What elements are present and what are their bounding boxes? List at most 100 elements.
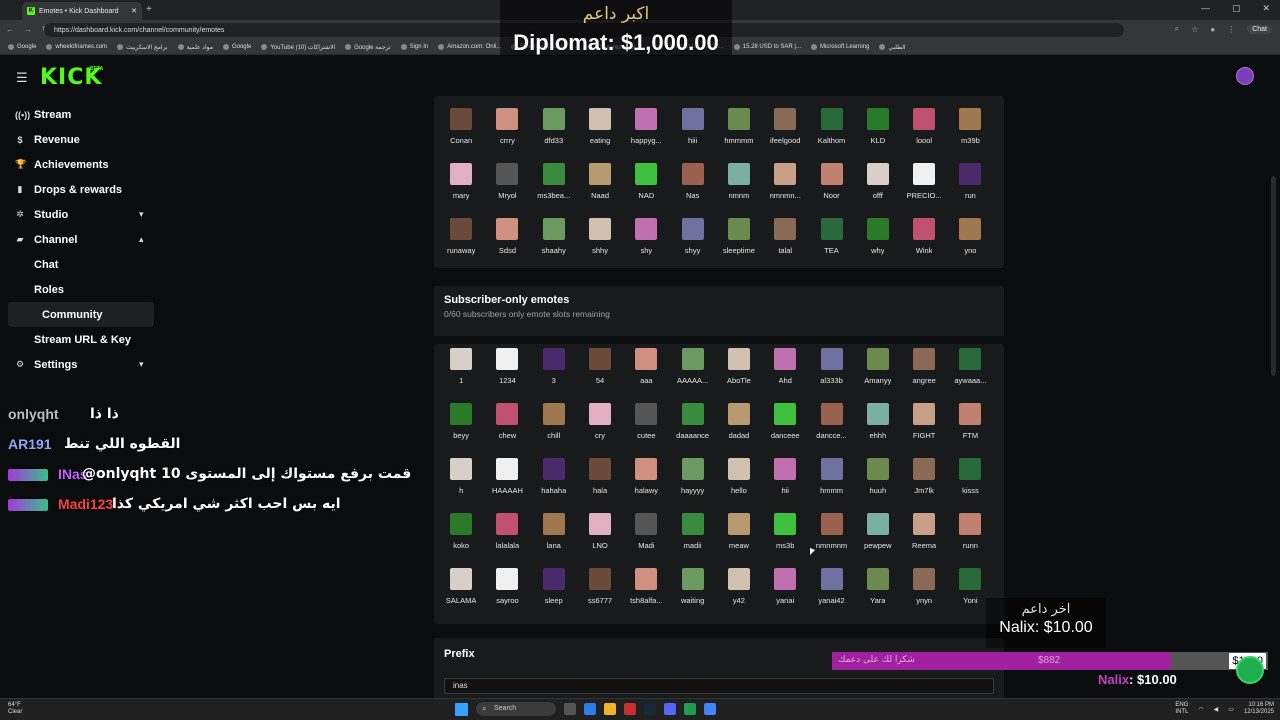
emote-item[interactable]: hayyyy xyxy=(669,454,715,509)
emote-item[interactable]: huuh xyxy=(855,454,901,509)
emote-item[interactable]: LNO xyxy=(577,509,623,564)
page-scrollbar[interactable] xyxy=(1271,176,1276,376)
emote-item[interactable]: eating xyxy=(577,104,623,159)
emote-item[interactable]: NAD xyxy=(623,159,669,214)
emote-item[interactable]: hmmmm xyxy=(716,104,762,159)
emote-item[interactable]: 3 xyxy=(531,344,577,399)
emote-item[interactable]: cutee xyxy=(623,399,669,454)
emote-item[interactable]: sleeptime xyxy=(716,214,762,269)
emote-item[interactable]: Jm7lk xyxy=(901,454,947,509)
emote-item[interactable]: hala xyxy=(577,454,623,509)
chat-button[interactable]: Chat xyxy=(1247,24,1272,34)
emote-item[interactable]: shy xyxy=(623,214,669,269)
bookmark-item[interactable]: Amazon.com: Onli... xyxy=(438,44,501,50)
bookmark-item[interactable]: 15.28 USD to SAR |... xyxy=(733,44,801,50)
emote-item[interactable]: pewpew xyxy=(855,509,901,564)
emote-item[interactable]: madii xyxy=(669,509,715,564)
emote-item[interactable]: Amanyy xyxy=(855,344,901,399)
emote-item[interactable]: meaw xyxy=(716,509,762,564)
emote-item[interactable]: Wink xyxy=(901,214,947,269)
emote-item[interactable]: Conan xyxy=(438,104,484,159)
emote-item[interactable]: aywaaa... xyxy=(947,344,993,399)
emote-item[interactable]: yanai42 xyxy=(808,564,854,619)
taskbar-search[interactable]: Search xyxy=(476,702,556,716)
sidebar-item-roles[interactable]: Roles xyxy=(0,277,160,302)
chrome-icon[interactable] xyxy=(704,703,716,715)
emote-item[interactable]: lana xyxy=(531,509,577,564)
emote-item[interactable]: shhy xyxy=(577,214,623,269)
language-indicator[interactable]: ENG INTL xyxy=(1175,702,1188,716)
wifi-icon[interactable]: ◠ xyxy=(1198,706,1203,713)
emote-item[interactable]: sayroo xyxy=(484,564,530,619)
emote-item[interactable]: chill xyxy=(531,399,577,454)
emote-item[interactable]: Kalthom xyxy=(808,104,854,159)
emote-item[interactable]: PRECIO... xyxy=(901,159,947,214)
emote-item[interactable]: hello xyxy=(716,454,762,509)
emote-item[interactable]: shaahy xyxy=(531,214,577,269)
emote-item[interactable]: hahaha xyxy=(531,454,577,509)
emote-item[interactable]: yno xyxy=(947,214,993,269)
profile-icon[interactable]: ● xyxy=(1210,25,1215,34)
emote-item[interactable]: Yara xyxy=(855,564,901,619)
file-explorer-icon[interactable] xyxy=(604,703,616,715)
emote-item[interactable]: nmnmnm xyxy=(808,509,854,564)
emote-item[interactable]: ms3b xyxy=(762,509,808,564)
emote-item[interactable]: Reema xyxy=(901,509,947,564)
star-icon[interactable]: ☆ xyxy=(1191,25,1198,34)
emote-item[interactable]: runaway xyxy=(438,214,484,269)
emote-item[interactable]: dancce... xyxy=(808,399,854,454)
emote-item[interactable]: h xyxy=(438,454,484,509)
emote-item[interactable]: run xyxy=(947,159,993,214)
zoom-icon[interactable]: ⌕ xyxy=(1175,24,1179,34)
maximize-icon[interactable]: ▢ xyxy=(1232,3,1241,14)
battery-icon[interactable]: ▭ xyxy=(1228,706,1234,713)
emote-item[interactable]: why xyxy=(855,214,901,269)
emote-item[interactable]: runn xyxy=(947,509,993,564)
emote-item[interactable]: m39b xyxy=(947,104,993,159)
minimize-icon[interactable]: — xyxy=(1201,3,1210,14)
emote-item[interactable]: halawy xyxy=(623,454,669,509)
emote-item[interactable]: yanai xyxy=(762,564,808,619)
chevron-down-icon[interactable]: ▾ xyxy=(139,359,144,370)
emote-item[interactable]: dadad xyxy=(716,399,762,454)
emote-item[interactable]: lalalala xyxy=(484,509,530,564)
emote-item[interactable]: nmnm xyxy=(716,159,762,214)
emote-item[interactable]: waiting xyxy=(669,564,715,619)
forward-icon[interactable]: → xyxy=(24,25,32,34)
back-icon[interactable]: ← xyxy=(6,25,14,34)
windows-start-icon[interactable] xyxy=(455,702,468,716)
emote-item[interactable]: Nas xyxy=(669,159,715,214)
bookmark-item[interactable]: wheelofnames.com xyxy=(46,44,107,50)
emote-item[interactable]: angree xyxy=(901,344,947,399)
prefix-input[interactable]: inas xyxy=(444,678,994,694)
emote-item[interactable]: 54 xyxy=(577,344,623,399)
chevron-down-icon[interactable]: ▾ xyxy=(139,209,144,220)
emote-item[interactable]: AboTle xyxy=(716,344,762,399)
system-clock[interactable]: 10:16 PM 12/13/2025 xyxy=(1244,702,1274,716)
emote-item[interactable]: cry xyxy=(577,399,623,454)
sidebar-item-stream-url-key[interactable]: Stream URL & Key xyxy=(0,327,160,352)
weather-widget[interactable]: 64°F Clear xyxy=(8,702,22,716)
emote-item[interactable]: Sdsd xyxy=(484,214,530,269)
emote-item[interactable]: Madi xyxy=(623,509,669,564)
emote-item[interactable]: nmnmn... xyxy=(762,159,808,214)
menu-dots-icon[interactable]: ⋮ xyxy=(1227,25,1235,34)
emote-item[interactable]: sleep xyxy=(531,564,577,619)
emote-item[interactable]: 1234 xyxy=(484,344,530,399)
sidebar-item-studio[interactable]: ✲ Studio ▾ xyxy=(0,202,160,227)
emote-item[interactable]: offf xyxy=(855,159,901,214)
emote-item[interactable]: 1 xyxy=(438,344,484,399)
user-avatar[interactable] xyxy=(1236,67,1254,85)
emote-item[interactable]: hiii xyxy=(669,104,715,159)
sidebar-item-revenue[interactable]: $ Revenue xyxy=(0,127,160,152)
emote-item[interactable]: talal xyxy=(762,214,808,269)
emote-item[interactable]: Noor xyxy=(808,159,854,214)
emote-item[interactable]: dfd33 xyxy=(531,104,577,159)
discord-icon[interactable] xyxy=(664,703,676,715)
sidebar-item-community[interactable]: Community xyxy=(8,302,154,327)
bookmark-item[interactable]: مواد علمية xyxy=(177,44,213,51)
emote-item[interactable]: ynyn xyxy=(901,564,947,619)
emote-item[interactable]: loool xyxy=(901,104,947,159)
emote-item[interactable]: FIGHT xyxy=(901,399,947,454)
emote-item[interactable]: aaa xyxy=(623,344,669,399)
